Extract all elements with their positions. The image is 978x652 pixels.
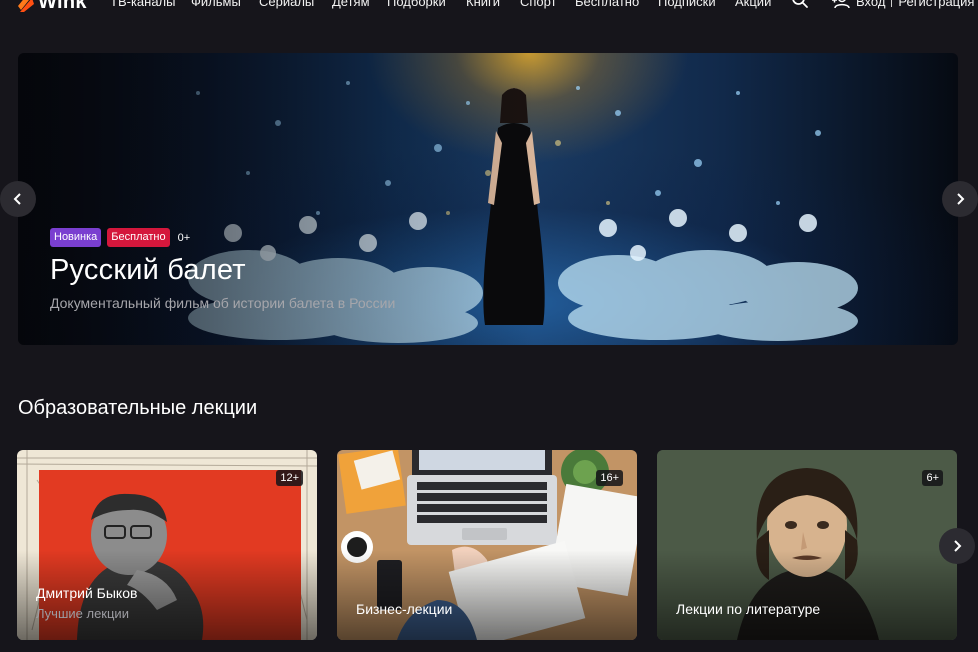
nav-item-collections[interactable]: Подборки <box>387 0 446 9</box>
hero-badges: Новинка Бесплатно 0+ <box>50 228 190 247</box>
user-add-icon <box>832 0 850 9</box>
wink-logo[interactable]: Wink <box>18 0 87 14</box>
lecture-card-bykov[interactable]: 12+ Дмитрий Быков Лучшие лекции <box>17 450 317 640</box>
hero-banner[interactable]: Новинка Бесплатно 0+ Русский балет Докум… <box>18 53 958 345</box>
card-title: Бизнес-лекции <box>356 601 453 617</box>
age-rating: 0+ <box>177 231 191 244</box>
nav-item-tv[interactable]: ТВ-каналы <box>110 0 175 9</box>
card-title: Дмитрий Быков <box>36 585 138 601</box>
card-gradient <box>657 550 957 640</box>
card-subtitle: Лучшие лекции <box>36 606 129 621</box>
nav-item-series[interactable]: Сериалы <box>259 0 314 9</box>
search-icon[interactable] <box>791 0 809 9</box>
top-header: Wink ТВ-каналы Фильмы Сериалы Детям Подб… <box>0 0 978 13</box>
register-link[interactable]: Регистрация <box>898 0 974 9</box>
nav-item-movies[interactable]: Фильмы <box>191 0 241 9</box>
badge-new: Новинка <box>50 228 102 247</box>
age-rating: 16+ <box>596 470 623 486</box>
lecture-card-literature[interactable]: 6+ Лекции по литературе <box>657 450 957 640</box>
auth-links: Вход Регистрация <box>832 0 974 9</box>
section-title: Образовательные лекции <box>18 397 258 419</box>
age-rating: 6+ <box>922 470 943 486</box>
chevron-right-icon <box>954 540 962 552</box>
nav-item-books[interactable]: Книги <box>466 0 500 9</box>
hero-title: Русский балет <box>50 254 246 286</box>
auth-divider <box>891 0 893 7</box>
badge-free: Бесплатно <box>107 228 170 247</box>
lectures-next-button[interactable] <box>939 528 975 564</box>
wink-logo-icon <box>18 0 34 12</box>
chevron-left-icon <box>13 193 21 205</box>
nav-item-subscriptions[interactable]: Подписки <box>658 0 716 9</box>
nav-item-kids[interactable]: Детям <box>332 0 370 9</box>
card-title: Лекции по литературе <box>676 601 821 617</box>
nav-item-free[interactable]: Бесплатно <box>575 0 639 9</box>
age-rating: 12+ <box>276 470 303 486</box>
login-link[interactable]: Вход <box>856 0 885 9</box>
card-gradient <box>337 550 637 640</box>
chevron-right-icon <box>957 193 965 205</box>
hero-prev-button[interactable] <box>0 181 36 217</box>
logo-text: Wink <box>38 0 87 13</box>
hero-next-button[interactable] <box>942 181 978 217</box>
hero-subtitle: Документальный фильм об истории балета в… <box>50 295 396 311</box>
nav-item-sport[interactable]: Спорт <box>520 0 557 9</box>
lecture-card-business[interactable]: 16+ Бизнес-лекции <box>337 450 637 640</box>
nav-item-promos[interactable]: Акции <box>735 0 771 9</box>
